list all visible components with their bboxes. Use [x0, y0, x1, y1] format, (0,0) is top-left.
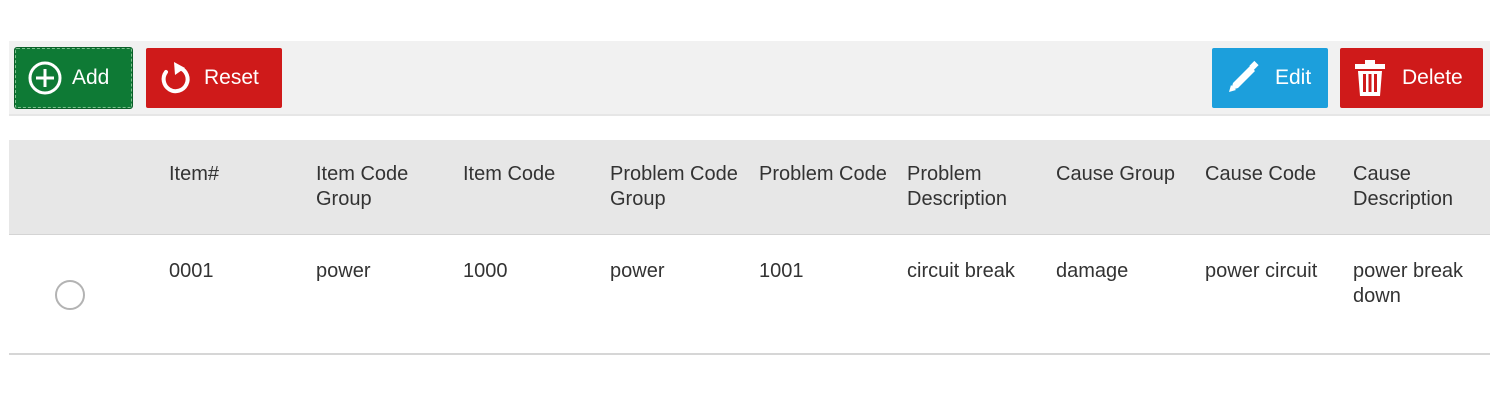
cell-item-number: 0001 [169, 260, 214, 282]
cell-cause-description: power break down [1353, 260, 1464, 307]
table-row[interactable]: 0001 power 1000 power 1001 circuit break… [9, 235, 1490, 355]
plus-circle-icon [28, 61, 62, 95]
cell-problem-description: circuit break [907, 260, 1015, 282]
row-select-radio[interactable] [55, 280, 85, 310]
column-header-item-number: Item# [169, 163, 220, 185]
cell-item-code: 1000 [463, 260, 508, 282]
refresh-icon [158, 60, 192, 96]
column-header-item-code: Item Code [463, 163, 556, 185]
edit-button[interactable]: Edit [1212, 48, 1328, 108]
column-header-cause-code: Cause Code [1205, 163, 1317, 185]
cell-item-code-group: power [316, 260, 371, 282]
column-header-problem-code: Problem Code [759, 163, 887, 185]
delete-button[interactable]: Delete [1340, 48, 1483, 108]
column-header-cause-group: Cause Group [1056, 163, 1175, 185]
column-header-cause-description: Cause Description [1353, 163, 1454, 210]
column-header-problem-code-group: Problem Code Group [610, 163, 738, 210]
column-header-item-code-group: Item Code Group [316, 163, 409, 210]
cell-cause-group: damage [1056, 260, 1129, 282]
pencil-icon [1225, 60, 1261, 96]
cell-cause-code: power circuit [1205, 260, 1318, 282]
table-header: Item# Item Code Group Item Code Problem … [9, 140, 1490, 235]
trash-icon [1354, 59, 1386, 97]
reset-button[interactable]: Reset [146, 48, 282, 108]
add-button[interactable]: Add [14, 47, 133, 109]
add-button-label: Add [72, 66, 110, 89]
reset-button-label: Reset [204, 66, 259, 89]
column-header-problem-description: Problem Description [907, 163, 1008, 210]
delete-button-label: Delete [1402, 66, 1463, 89]
edit-button-label: Edit [1275, 66, 1312, 89]
cell-problem-code: 1001 [759, 260, 804, 282]
cell-problem-code-group: power [610, 260, 665, 282]
action-toolbar: Add Reset Edit Delete [9, 41, 1490, 116]
